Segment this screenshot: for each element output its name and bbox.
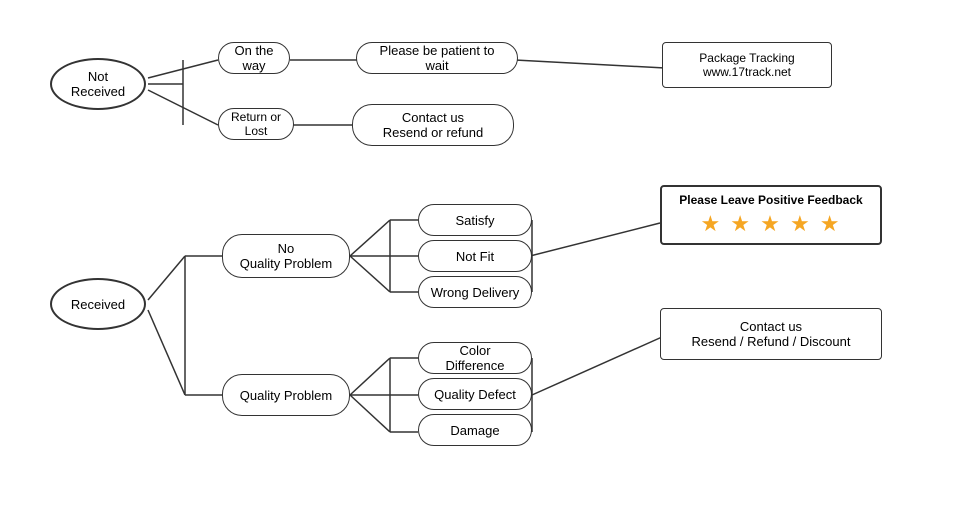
quality-problem-node: Quality Problem <box>222 374 350 416</box>
contact-resend-refund-discount-node: Contact us Resend / Refund / Discount <box>660 308 882 360</box>
feedback-node: Please Leave Positive Feedback ★ ★ ★ ★ ★ <box>660 185 882 245</box>
satisfy-label: Satisfy <box>455 213 494 228</box>
not-fit-node: Not Fit <box>418 240 532 272</box>
damage-node: Damage <box>418 414 532 446</box>
contact-resend-refund-discount-label: Contact us Resend / Refund / Discount <box>692 319 851 349</box>
package-tracking-label: Package Tracking www.17track.net <box>699 51 794 79</box>
received-node: Received <box>50 278 146 330</box>
quality-defect-label: Quality Defect <box>434 387 516 402</box>
quality-defect-node: Quality Defect <box>418 378 532 410</box>
not-received-label: Not Received <box>71 69 125 99</box>
quality-problem-label: Quality Problem <box>240 388 332 403</box>
feedback-stars: ★ ★ ★ ★ ★ <box>672 211 870 237</box>
no-quality-problem-node: No Quality Problem <box>222 234 350 278</box>
on-the-way-node: On the way <box>218 42 290 74</box>
contact-resend-refund-label: Contact us Resend or refund <box>383 110 483 140</box>
please-be-patient-node: Please be patient to wait <box>356 42 518 74</box>
not-fit-label: Not Fit <box>456 249 494 264</box>
please-be-patient-label: Please be patient to wait <box>367 43 507 73</box>
feedback-text: Please Leave Positive Feedback <box>672 193 870 207</box>
flowchart-diagram: Not Received On the way Please be patien… <box>0 0 960 513</box>
damage-label: Damage <box>450 423 499 438</box>
contact-resend-refund-node: Contact us Resend or refund <box>352 104 514 146</box>
return-or-lost-label: Return or Lost <box>229 110 283 138</box>
package-tracking-node: Package Tracking www.17track.net <box>662 42 832 88</box>
no-quality-problem-label: No Quality Problem <box>240 241 332 271</box>
color-difference-node: Color Difference <box>418 342 532 374</box>
return-or-lost-node: Return or Lost <box>218 108 294 140</box>
color-difference-label: Color Difference <box>429 343 521 373</box>
not-received-node: Not Received <box>50 58 146 110</box>
wrong-delivery-label: Wrong Delivery <box>431 285 520 300</box>
on-the-way-label: On the way <box>229 43 279 73</box>
received-label: Received <box>71 297 125 312</box>
wrong-delivery-node: Wrong Delivery <box>418 276 532 308</box>
satisfy-node: Satisfy <box>418 204 532 236</box>
